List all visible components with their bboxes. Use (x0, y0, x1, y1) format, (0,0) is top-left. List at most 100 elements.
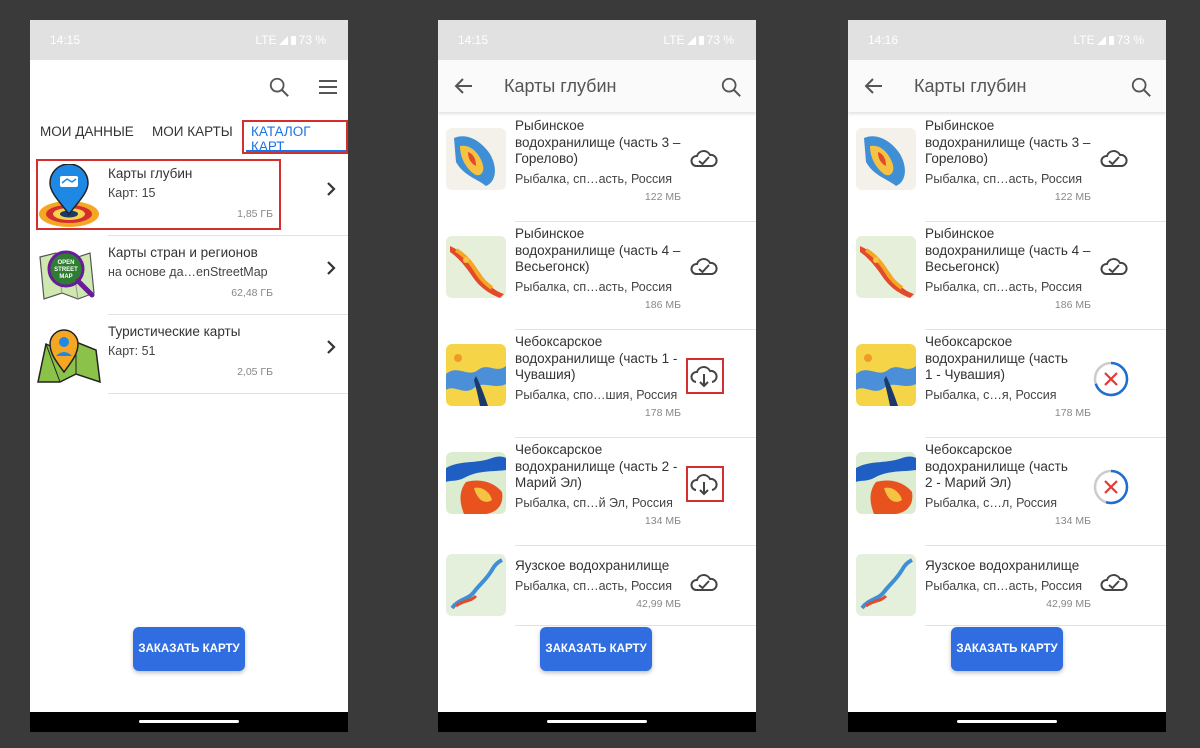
item-size: 178 МБ (1054, 407, 1091, 419)
network-label: LTE (255, 33, 277, 47)
divider (925, 625, 1166, 626)
status-bar: 14:16 LTE 73 % (848, 20, 1166, 60)
highlight-box-catalog-tab (242, 120, 348, 154)
item-size: 134 МБ (1054, 515, 1091, 527)
list-item[interactable]: Рыбинское водохранилище (часть 4 – Весье… (848, 222, 1166, 330)
order-map-button[interactable]: ЗАКАЗАТЬ КАРТУ (540, 627, 652, 671)
item-subtitle: Рыбалка, с…л, Россия (925, 496, 1058, 510)
map-thumbnail (446, 452, 506, 514)
app-bar: Карты глубин (438, 60, 756, 112)
item-subtitle: Рыбалка, сп…асть, Россия (925, 280, 1082, 294)
item-size: 42,99 МБ (1046, 598, 1091, 610)
order-map-button[interactable]: ЗАКАЗАТЬ КАРТУ (951, 627, 1063, 671)
order-map-button[interactable]: ЗАКАЗАТЬ КАРТУ (133, 627, 245, 671)
openstreetmap-icon: OPEN STREET MAP (39, 250, 95, 300)
page-title: Карты глубин (504, 76, 617, 96)
system-nav-bar (438, 712, 756, 732)
cloud-done-icon (690, 258, 718, 275)
item-title: Рыбинское водохранилище (часть 3 – Горел… (515, 118, 681, 166)
item-title: Рыбинское водохранилище (часть 4 – Весье… (515, 226, 681, 274)
item-title: Рыбинское водохранилище (часть 4 – Весье… (925, 226, 1091, 274)
divider (108, 393, 348, 394)
list-item[interactable]: Чебоксарское водохранилище (часть 2 - Ма… (848, 438, 1166, 546)
back-arrow-icon[interactable] (864, 76, 884, 96)
home-gesture-bar[interactable] (139, 720, 239, 723)
cloud-done-icon (690, 150, 718, 167)
home-gesture-bar[interactable] (547, 720, 647, 723)
list-item[interactable]: Яузское водохранилище Рыбалка, сп…асть, … (848, 546, 1166, 626)
signal-icon (278, 36, 288, 45)
map-thumbnail (856, 236, 916, 298)
phone-screen-depth-maps-downloading: 14:16 LTE 73 % Карты глубин Рыбинское вод… (848, 20, 1166, 732)
menu-icon[interactable] (318, 78, 338, 96)
page-title: Карты глубин (914, 76, 1027, 96)
map-thumbnail (856, 554, 916, 616)
item-subtitle: Рыбалка, сп…асть, Россия (515, 280, 672, 294)
battery-icon (698, 36, 704, 45)
phone-screen-catalog: 14:15 LTE 73 % МОИ ДАННЫЕ МОИ КАРТЫ КАТАЛ… (30, 20, 348, 732)
search-icon[interactable] (268, 76, 290, 98)
system-nav-bar (30, 712, 348, 732)
category-size: 2,05 ГБ (237, 366, 273, 378)
map-thumbnail (446, 554, 506, 616)
cloud-done-icon (690, 574, 718, 591)
chevron-right-icon (327, 340, 336, 354)
list-item[interactable]: Яузское водохранилище Рыбалка, сп…асть, … (438, 546, 756, 626)
home-gesture-bar[interactable] (957, 720, 1057, 723)
item-size: 122 МБ (644, 191, 681, 203)
map-thumbnail (856, 344, 916, 406)
item-subtitle: Рыбалка, сп…асть, Россия (925, 579, 1082, 593)
network-label: LTE (1073, 33, 1095, 47)
item-subtitle: Рыбалка, сп…й Эл, Россия (515, 496, 673, 510)
signal-icon (686, 36, 696, 45)
tab-my-maps[interactable]: МОИ КАРТЫ (150, 120, 235, 143)
item-subtitle: Рыбалка, сп…асть, Россия (515, 172, 672, 186)
item-size: 186 МБ (644, 299, 681, 311)
category-country-maps[interactable]: OPEN STREET MAP Карты стран и регионов н… (30, 235, 348, 315)
tab-my-data[interactable]: МОИ ДАННЫЕ (38, 120, 136, 143)
chevron-right-icon (327, 182, 336, 196)
status-system: LTE 73 % (664, 33, 734, 47)
item-size: 134 МБ (644, 515, 681, 527)
cloud-done-icon (1100, 574, 1128, 591)
item-title: Чебоксарское водохранилище (часть 1 - Чу… (515, 334, 678, 382)
battery-icon (1108, 36, 1114, 45)
item-title: Чебоксарское водохранилище (часть 2 - Ма… (925, 442, 1068, 490)
status-time: 14:15 (458, 33, 489, 47)
phone-screen-depth-maps: 14:15 LTE 73 % Карты глубин Рыбинское вод… (438, 20, 756, 732)
category-name: Туристические карты (108, 324, 241, 339)
search-icon[interactable] (720, 76, 742, 98)
cancel-download-progress-icon[interactable] (1092, 360, 1130, 398)
highlight-box-download (686, 358, 724, 394)
category-size: 62,48 ГБ (231, 287, 273, 299)
status-system: LTE 73 % (256, 33, 326, 47)
cloud-done-icon (1100, 258, 1128, 275)
category-count: Карт: 51 (108, 344, 156, 358)
item-title: Яузское водохранилище (925, 558, 1080, 573)
system-nav-bar (848, 712, 1166, 732)
status-time: 14:15 (50, 33, 81, 47)
battery-level: 73 % (298, 33, 326, 47)
highlight-box-download (686, 466, 724, 502)
category-name: Карты стран и регионов (108, 245, 258, 260)
item-title: Чебоксарское водохранилище (часть 2 - Ма… (515, 442, 678, 490)
list-item[interactable]: Рыбинское водохранилище (часть 4 – Весье… (438, 222, 756, 330)
list-item[interactable]: Рыбинское водохранилище (часть 3 – Горел… (438, 114, 756, 222)
back-arrow-icon[interactable] (454, 76, 474, 96)
search-icon[interactable] (1130, 76, 1152, 98)
map-thumbnail (446, 236, 506, 298)
cancel-download-progress-icon[interactable] (1092, 468, 1130, 506)
category-tourist-maps[interactable]: Туристические карты Карт: 51 2,05 ГБ (30, 314, 348, 394)
battery-icon (290, 36, 296, 45)
item-subtitle: Рыбалка, с…я, Россия (925, 388, 1057, 402)
list-item[interactable]: Чебоксарское водохранилище (часть 1 - Чу… (848, 330, 1166, 438)
item-size: 186 МБ (1054, 299, 1091, 311)
map-thumbnail (446, 128, 506, 190)
battery-level: 73 % (706, 33, 734, 47)
item-size: 178 МБ (644, 407, 681, 419)
map-thumbnail (856, 128, 916, 190)
list-item[interactable]: Рыбинское водохранилище (часть 3 – Горел… (848, 114, 1166, 222)
svg-text:MAP: MAP (59, 274, 72, 280)
item-subtitle: Рыбалка, сп…асть, Россия (925, 172, 1082, 186)
item-subtitle: Рыбалка, спо…шия, Россия (515, 388, 678, 402)
